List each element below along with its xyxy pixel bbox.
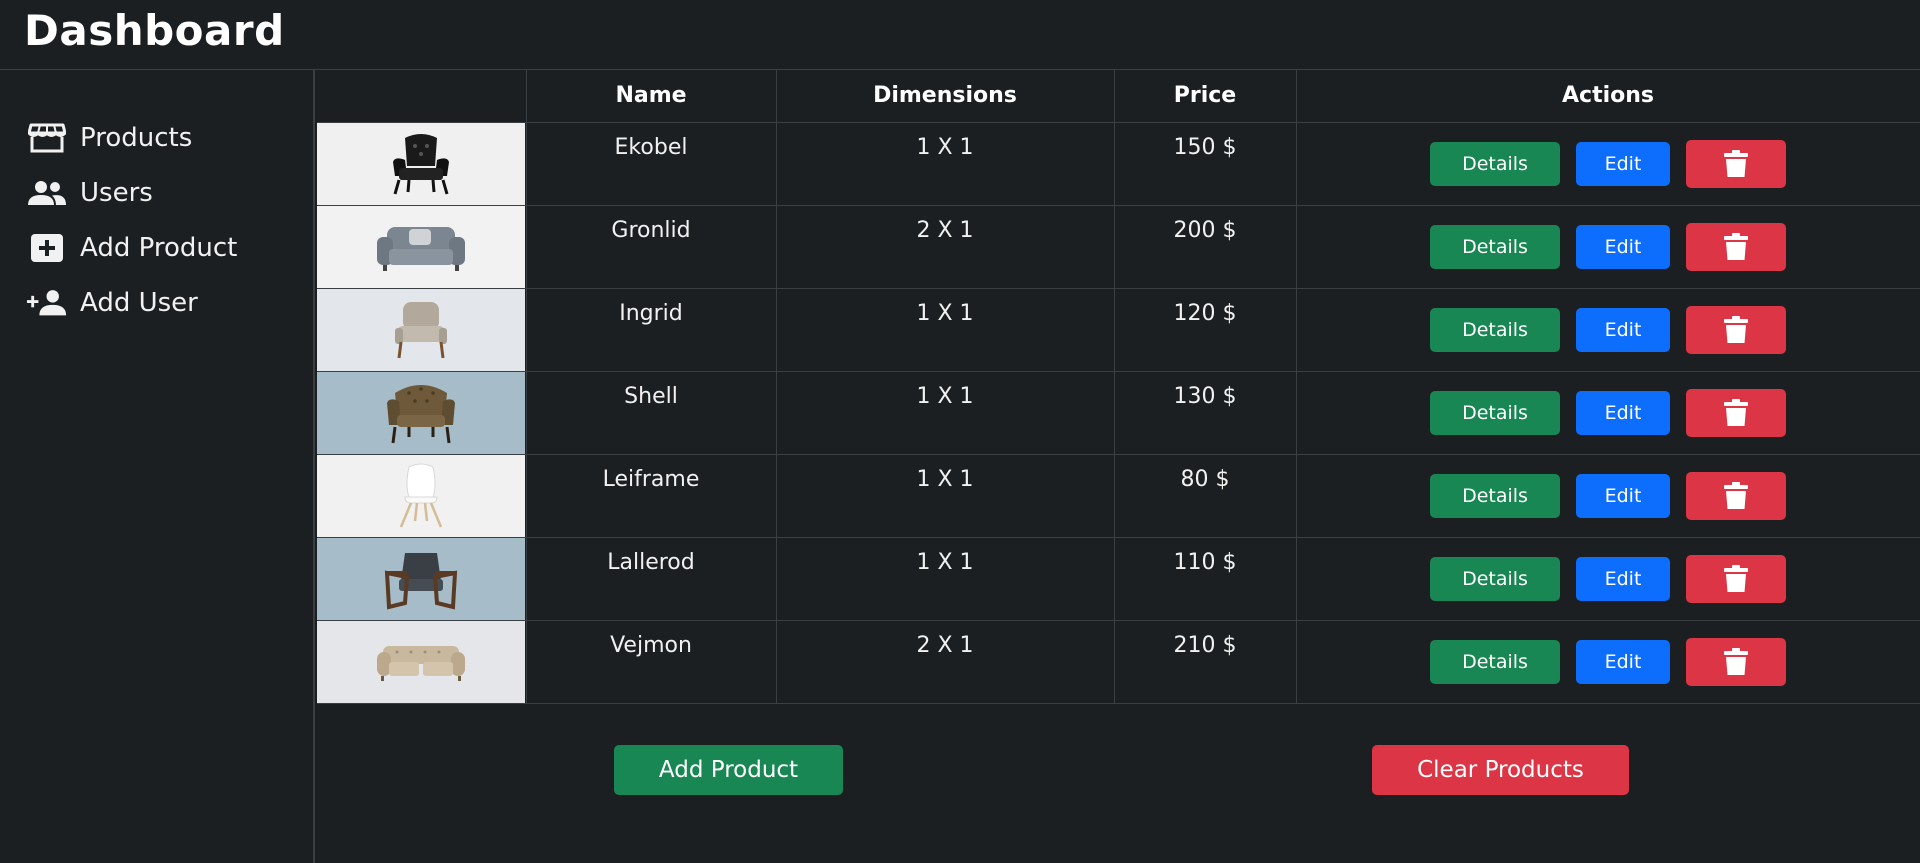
store-icon bbox=[26, 122, 68, 154]
trash-icon bbox=[1724, 564, 1748, 592]
table-row: Ingrid 1 X 1 120 $ Details Edit bbox=[317, 288, 1920, 372]
product-image bbox=[317, 288, 525, 371]
product-price: 210 $ bbox=[1114, 620, 1297, 704]
delete-button[interactable] bbox=[1686, 388, 1786, 437]
product-price: 110 $ bbox=[1114, 537, 1297, 621]
top-bar: Dashboard bbox=[0, 0, 1920, 70]
trash-icon bbox=[1724, 481, 1748, 509]
product-dimensions: 1 X 1 bbox=[776, 288, 1115, 372]
row-actions: Details Edit bbox=[1297, 305, 1920, 354]
product-name: Lallerod bbox=[526, 537, 777, 621]
details-button[interactable]: Details bbox=[1430, 556, 1560, 601]
edit-button[interactable]: Edit bbox=[1576, 307, 1670, 352]
product-dimensions: 2 X 1 bbox=[776, 205, 1115, 289]
trash-icon bbox=[1724, 232, 1748, 260]
product-image bbox=[317, 371, 525, 454]
product-name: Ekobel bbox=[526, 122, 777, 206]
details-button[interactable]: Details bbox=[1430, 307, 1560, 352]
edit-button[interactable]: Edit bbox=[1576, 556, 1670, 601]
product-price: 120 $ bbox=[1114, 288, 1297, 372]
product-dimensions: 1 X 1 bbox=[776, 537, 1115, 621]
product-name: Leiframe bbox=[526, 454, 777, 538]
product-name: Ingrid bbox=[526, 288, 777, 372]
product-price: 130 $ bbox=[1114, 371, 1297, 455]
table-header-row: Name Dimensions Price Actions bbox=[317, 70, 1920, 123]
sidebar-item-label: Add Product bbox=[80, 232, 238, 263]
column-header-price: Price bbox=[1114, 70, 1297, 123]
details-button[interactable]: Details bbox=[1430, 390, 1560, 435]
product-image bbox=[317, 620, 525, 703]
row-actions: Details Edit bbox=[1297, 637, 1920, 686]
table-row: Gronlid 2 X 1 200 $ Details Edit bbox=[317, 205, 1920, 289]
column-header-image bbox=[317, 70, 527, 123]
row-actions: Details Edit bbox=[1297, 554, 1920, 603]
edit-button[interactable]: Edit bbox=[1576, 141, 1670, 186]
product-image bbox=[317, 537, 525, 620]
product-image bbox=[317, 205, 525, 288]
sidebar-item-label: Products bbox=[80, 122, 193, 153]
row-actions: Details Edit bbox=[1297, 139, 1920, 188]
details-button[interactable]: Details bbox=[1430, 639, 1560, 684]
trash-icon bbox=[1724, 149, 1748, 177]
product-name: Gronlid bbox=[526, 205, 777, 289]
edit-button[interactable]: Edit bbox=[1576, 473, 1670, 518]
delete-button[interactable] bbox=[1686, 471, 1786, 520]
product-image bbox=[317, 122, 525, 205]
product-price: 200 $ bbox=[1114, 205, 1297, 289]
sidebar-item-users[interactable]: Users bbox=[0, 165, 313, 220]
add-product-button[interactable]: Add Product bbox=[614, 745, 843, 795]
sidebar-item-add-user[interactable]: Add User bbox=[0, 275, 313, 330]
sidebar-item-add-product[interactable]: Add Product bbox=[0, 220, 313, 275]
table-row: Lallerod 1 X 1 110 $ Details Edit bbox=[317, 537, 1920, 621]
trash-icon bbox=[1724, 315, 1748, 343]
column-header-actions: Actions bbox=[1296, 70, 1920, 123]
main-content: Name Dimensions Price Actions Ekobel 1 X… bbox=[317, 70, 1920, 863]
sidebar-item-label: Users bbox=[80, 177, 153, 208]
trash-icon bbox=[1724, 647, 1748, 675]
sidebar-item-products[interactable]: Products bbox=[0, 110, 313, 165]
details-button[interactable]: Details bbox=[1430, 473, 1560, 518]
product-dimensions: 1 X 1 bbox=[776, 122, 1115, 206]
edit-button[interactable]: Edit bbox=[1576, 390, 1670, 435]
product-dimensions: 2 X 1 bbox=[776, 620, 1115, 704]
delete-button[interactable] bbox=[1686, 554, 1786, 603]
column-header-name: Name bbox=[526, 70, 777, 123]
product-image bbox=[317, 454, 525, 537]
edit-button[interactable]: Edit bbox=[1576, 639, 1670, 684]
details-button[interactable]: Details bbox=[1430, 141, 1560, 186]
row-actions: Details Edit bbox=[1297, 388, 1920, 437]
delete-button[interactable] bbox=[1686, 222, 1786, 271]
row-actions: Details Edit bbox=[1297, 222, 1920, 271]
product-dimensions: 1 X 1 bbox=[776, 371, 1115, 455]
product-name: Shell bbox=[526, 371, 777, 455]
page-title: Dashboard bbox=[24, 6, 285, 55]
sidebar: Products Users Add Product Add User bbox=[0, 70, 315, 863]
details-button[interactable]: Details bbox=[1430, 224, 1560, 269]
delete-button[interactable] bbox=[1686, 305, 1786, 354]
product-price: 80 $ bbox=[1114, 454, 1297, 538]
product-price: 150 $ bbox=[1114, 122, 1297, 206]
delete-button[interactable] bbox=[1686, 139, 1786, 188]
sidebar-item-label: Add User bbox=[80, 287, 198, 318]
users-icon bbox=[26, 177, 68, 209]
delete-button[interactable] bbox=[1686, 637, 1786, 686]
product-name: Vejmon bbox=[526, 620, 777, 704]
footer-actions: Add Product Clear Products bbox=[317, 745, 1920, 795]
user-plus-icon bbox=[26, 287, 68, 319]
clear-products-button[interactable]: Clear Products bbox=[1372, 745, 1629, 795]
table-row: Leiframe 1 X 1 80 $ Details Edit bbox=[317, 454, 1920, 538]
trash-icon bbox=[1724, 398, 1748, 426]
edit-button[interactable]: Edit bbox=[1576, 224, 1670, 269]
product-dimensions: 1 X 1 bbox=[776, 454, 1115, 538]
column-header-dimensions: Dimensions bbox=[776, 70, 1115, 123]
table-row: Vejmon 2 X 1 210 $ Details Edit bbox=[317, 620, 1920, 704]
row-actions: Details Edit bbox=[1297, 471, 1920, 520]
table-row: Ekobel 1 X 1 150 $ Details Edit bbox=[317, 122, 1920, 206]
products-table: Name Dimensions Price Actions Ekobel 1 X… bbox=[317, 70, 1920, 704]
plus-square-icon bbox=[26, 232, 68, 264]
table-row: Shell 1 X 1 130 $ Details Edit bbox=[317, 371, 1920, 455]
